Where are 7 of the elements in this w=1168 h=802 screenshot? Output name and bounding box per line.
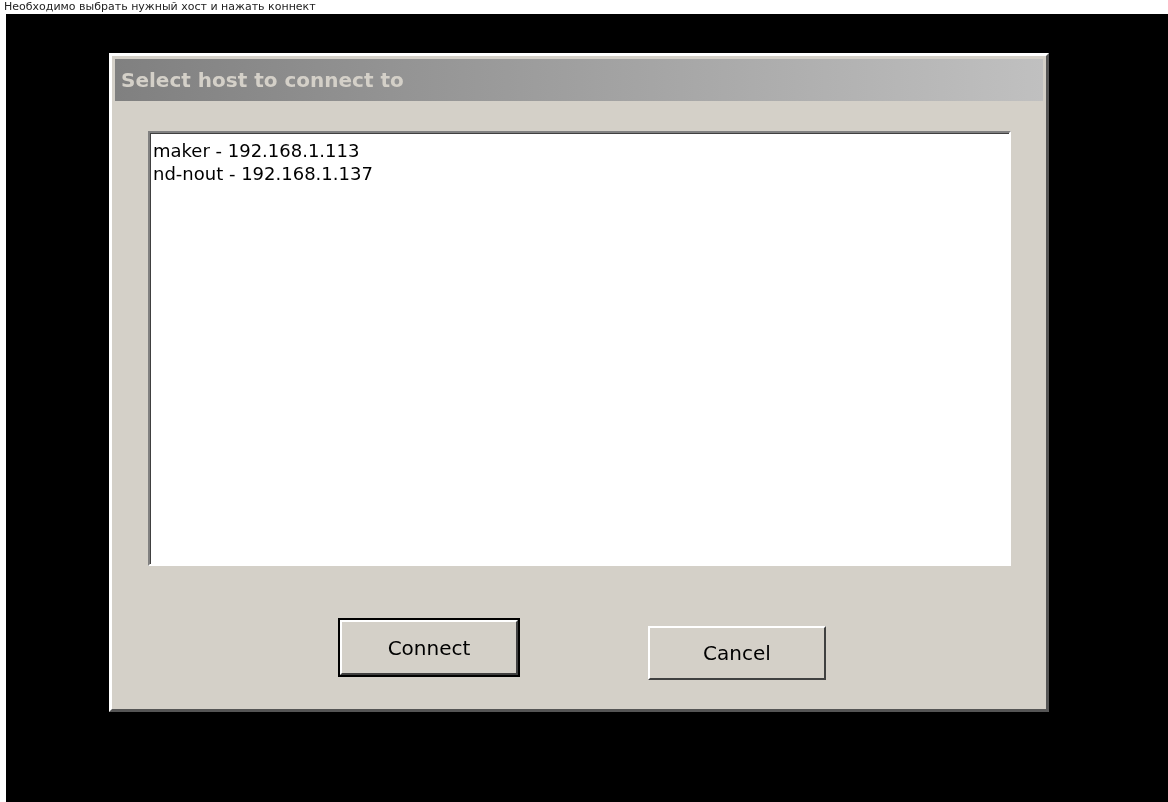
dialog-button[interactable]: Connect [340, 620, 518, 675]
dialog-button[interactable]: Cancel [648, 626, 826, 680]
window-title: Select host to connect to [115, 59, 1043, 101]
caption-text: Необходимо выбрать нужный хост и нажать коннект [3, 0, 316, 14]
host-list[interactable]: maker - 192.168.1.113 nd-nout - 192.168.1.137 [148, 131, 1011, 566]
host-item[interactable]: maker - 192.168.1.113 [153, 139, 1006, 162]
host-item[interactable]: nd-nout - 192.168.1.137 [153, 162, 1006, 185]
